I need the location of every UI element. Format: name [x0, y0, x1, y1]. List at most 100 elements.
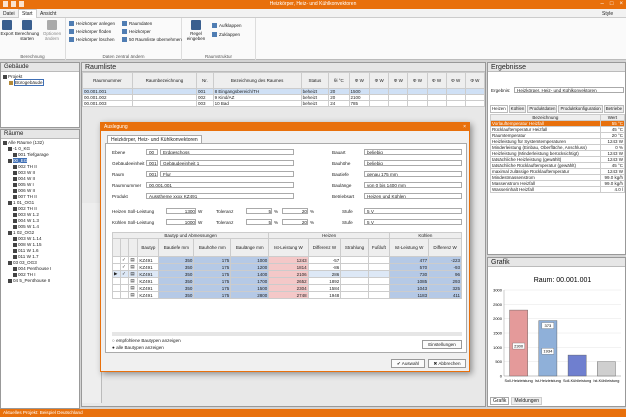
- tab-ansicht[interactable]: Ansicht: [40, 11, 56, 17]
- einstellungen-button[interactable]: Einstellungen: [422, 340, 462, 349]
- raumliste-col[interactable]: Φ W: [407, 72, 428, 89]
- table-row[interactable]: ▤ KZ491 350 175 1500 2304 1584 1043 325: [112, 284, 462, 292]
- gebaeude-field: Gebäudeeinheit 1: [160, 160, 294, 166]
- bauart-field[interactable]: beliebig: [364, 149, 462, 155]
- tree-item-buerogebaeude[interactable]: Bürogebäude: [3, 79, 77, 86]
- row-check[interactable]: ✓: [119, 270, 130, 278]
- row-check[interactable]: ✓: [119, 256, 130, 264]
- ergebnisse-tab[interactable]: Produktkonfiguration: [558, 105, 603, 113]
- raumliste-col[interactable]: Raumbezeichnung: [131, 72, 198, 89]
- baulaenge-field[interactable]: von 0 bis 1400 mm: [364, 182, 462, 188]
- ergebnis-select[interactable]: Heizkörper, Heiz- und Kühlkonvektoren: [514, 87, 624, 93]
- x-tick-label: Soll-Heizleistung: [504, 379, 532, 383]
- bautyp-col[interactable]: Fußluft: [367, 238, 390, 257]
- toleranz-heizen-max[interactable]: 20: [282, 208, 308, 214]
- dialog-close-icon[interactable]: ×: [463, 123, 466, 131]
- raumliste-col[interactable]: Status: [300, 72, 330, 89]
- auswahl-button[interactable]: ✔ Auswahl: [391, 359, 425, 368]
- radio-alle[interactable]: ● alle Bautypen anzeigen: [112, 345, 164, 350]
- abbrechen-button[interactable]: ✖ Abbrechen: [428, 359, 466, 368]
- bautyp-col[interactable]: Differenz W: [428, 238, 462, 257]
- heizkoerper-button[interactable]: Heizkörper: [122, 29, 151, 34]
- zuklappen-button[interactable]: Zuklappen: [212, 32, 240, 37]
- minimize-icon[interactable]: –: [601, 1, 604, 7]
- table-row[interactable]: ✓ ▤ KZ491 350 175 1000 1243 -57 477 -223: [112, 256, 462, 264]
- stufe-kuehlen-select[interactable]: 5 V: [364, 219, 462, 225]
- table-row[interactable]: ✓ ▤ KZ491 350 175 1200 1814 -86 570 -93: [112, 263, 462, 271]
- raumliste-col[interactable]: Φ W: [369, 72, 390, 89]
- table-row[interactable]: ▶ ✓ ▤ KZ491 350 175 1400 2106 286 730 96: [112, 270, 462, 278]
- aufklappen-button[interactable]: Aufklappen: [212, 23, 242, 28]
- bauhoehe-field[interactable]: beliebig: [364, 160, 462, 166]
- chart-bar: [597, 361, 616, 377]
- toleranz-heizen-min[interactable]: 5: [246, 208, 272, 214]
- berechnung-starten-button[interactable]: Berechnung starten: [14, 18, 40, 41]
- heizen-soll-input[interactable]: 1300: [166, 208, 196, 214]
- table-cell: 286: [307, 270, 342, 278]
- close-icon[interactable]: ×: [619, 1, 623, 7]
- bautiefe-field[interactable]: genau 175 mm: [364, 171, 462, 177]
- bautyp-col[interactable]: [119, 238, 130, 257]
- row-check[interactable]: [119, 291, 130, 299]
- ergebnisse-tab[interactable]: Kühlen: [508, 105, 527, 113]
- regel-eingeben-button[interactable]: Regel eingeben: [184, 18, 208, 41]
- table-row[interactable]: 00.001.003 003 10 Bad beheizt 24 785: [82, 100, 486, 107]
- bautyp-col[interactable]: Ist-Leistung W: [388, 238, 430, 257]
- raumliste-col[interactable]: Φ W: [388, 72, 409, 89]
- toleranz-kuehlen-max[interactable]: 20: [282, 219, 308, 225]
- kuehlen-soll-input[interactable]: 1000: [166, 219, 196, 225]
- room-icon: [13, 206, 17, 211]
- dialog-tab-heizkoerper[interactable]: Heizkörper, Heiz- und Kühlkonvektoren: [107, 135, 202, 143]
- raumliste-col[interactable]: Φ W: [445, 72, 466, 89]
- bautyp-col[interactable]: Differenz W: [307, 238, 342, 257]
- betriebsart-field[interactable]: Heizen und Kühlen: [364, 193, 462, 199]
- bautyp-col[interactable]: Bautiefe mm: [158, 238, 195, 257]
- ergebnisse-tab[interactable]: Betriebe: [603, 105, 625, 113]
- heizkoerper-loeschen-button[interactable]: Heizkörper löschen: [69, 37, 115, 42]
- bautyp-col[interactable]: Bautyp: [137, 238, 160, 257]
- radio-empfohlen[interactable]: ○ empfohlene Bautypen anzeigen: [112, 338, 181, 343]
- export-icon: [2, 20, 12, 30]
- toleranz-kuehlen-min[interactable]: 5: [246, 219, 272, 225]
- raumliste-col[interactable]: Bezeichnung des Raumes: [212, 72, 302, 89]
- raumdaten-button[interactable]: Raumdaten: [122, 21, 152, 26]
- style-menu[interactable]: Style: [602, 11, 613, 17]
- export-button[interactable]: Export: [0, 18, 14, 36]
- bautyp-col[interactable]: Baulänge mm: [230, 238, 270, 257]
- row-check[interactable]: ✓: [119, 263, 130, 271]
- ergebnisse-tab[interactable]: Produktdaten: [527, 105, 558, 113]
- raumliste-col[interactable]: Φ W: [464, 72, 486, 89]
- raumliste-col[interactable]: θi °C: [328, 72, 350, 89]
- table-cell: Wasserinhalt Heizfall: [490, 186, 601, 193]
- heizkoerper-anlegen-button[interactable]: Heizkörper anlegen: [69, 21, 115, 26]
- row-check[interactable]: [119, 277, 130, 285]
- heizkoerper-floden-button[interactable]: Heizkörper flöden: [69, 29, 111, 34]
- room-icon: [13, 248, 17, 253]
- row-check[interactable]: [119, 284, 130, 292]
- bautyp-col[interactable]: [112, 238, 121, 257]
- gebaeude-title: Gebäude: [1, 63, 79, 72]
- bautyp-col[interactable]: Ist-Leistung W: [268, 238, 309, 257]
- y-tick-label: 1000: [493, 345, 503, 350]
- tab-meldungen[interactable]: Meldungen: [511, 397, 543, 405]
- table-cell: -93: [428, 263, 462, 271]
- tree-item-raum[interactable]: 04 5_Penthouse II: [3, 278, 77, 284]
- maximize-icon[interactable]: □: [610, 1, 614, 7]
- tab-start[interactable]: Start: [18, 9, 37, 18]
- table-row[interactable]: ▤ KZ491 350 175 1700 2652 1892 1085 293: [112, 277, 462, 285]
- bautyp-hscrollbar[interactable]: [112, 332, 462, 336]
- table-row[interactable]: ▤ KZ491 350 175 2800 2748 1948 1183 411: [112, 291, 462, 299]
- bautyp-col[interactable]: Strahlung: [340, 238, 369, 257]
- bautyp-col[interactable]: Bauhöhe mm: [193, 238, 232, 257]
- tab-datei[interactable]: Datei: [3, 11, 15, 17]
- raumliste-uebernehmen-button[interactable]: 50 Raumliste übernehmen: [122, 37, 182, 42]
- raumliste-col[interactable]: Raumnummer: [82, 72, 133, 89]
- stufe-heizen-select[interactable]: 5 V: [364, 208, 462, 214]
- optionen-aendern-button[interactable]: Optionen ändern: [40, 18, 64, 41]
- raumliste-col[interactable]: Φ W: [348, 72, 371, 89]
- bautyp-col[interactable]: [128, 238, 139, 257]
- raumliste-col[interactable]: Φ W: [426, 72, 447, 89]
- tab-grafik[interactable]: Grafik: [490, 397, 510, 405]
- ergebnisse-tab[interactable]: Heizen: [490, 105, 508, 113]
- raumliste-col[interactable]: Nr.: [196, 72, 214, 89]
